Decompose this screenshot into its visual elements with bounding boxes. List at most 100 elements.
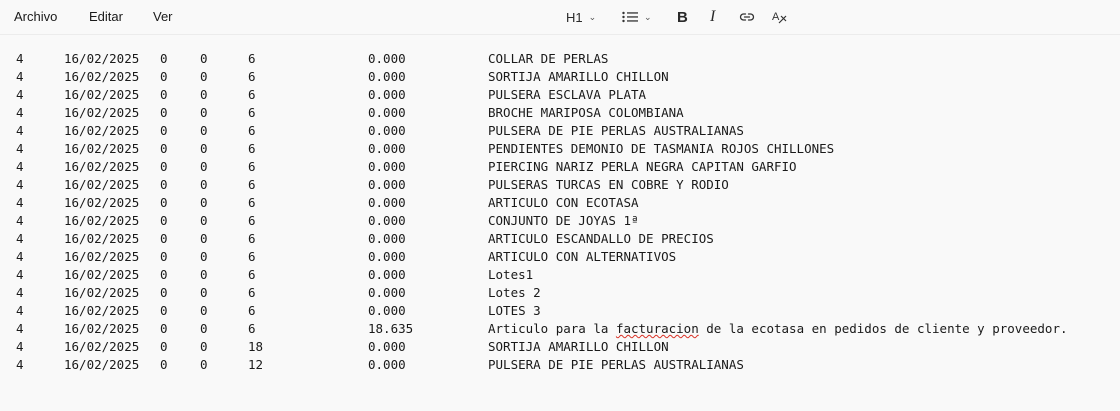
field-b: 0 — [160, 87, 168, 102]
field-d: 6 — [248, 285, 256, 300]
italic-button[interactable]: I — [710, 6, 715, 28]
field-c: 0 — [200, 159, 208, 174]
link-icon — [739, 13, 755, 21]
field-c: 0 — [200, 231, 208, 246]
menu-file[interactable]: Archivo — [14, 9, 57, 24]
field-a: 4 — [16, 195, 24, 210]
field-description: LOTES 3 — [488, 303, 541, 318]
field-b: 0 — [160, 231, 168, 246]
field-amount: 0.000 — [368, 303, 406, 318]
field-date: 16/02/2025 — [64, 123, 140, 138]
field-amount: 0.000 — [368, 141, 406, 156]
field-description: PULSERAS TURCAS EN COBRE Y RODIO — [488, 177, 729, 192]
field-d: 6 — [248, 267, 256, 282]
field-a: 4 — [16, 303, 24, 318]
field-d: 6 — [248, 159, 256, 174]
text-line: 4 16/02/2025 0 0 6 0.000 SORTIJA AMARILLO CHIL… — [0, 68, 1120, 86]
heading-dropdown[interactable]: H1 ⌄ — [566, 6, 596, 28]
text-line: 4 16/02/2025 0 0 6 0.000 PULSERAS TURCAS EN CO… — [0, 176, 1120, 194]
text-line: 4 16/02/2025 0 0 6 18.635 Articulo para la fac… — [0, 320, 1120, 338]
text-line: 4 16/02/2025 0 0 6 0.000 CONJUNTO DE JOYAS 1ª — [0, 212, 1120, 230]
field-a: 4 — [16, 213, 24, 228]
field-date: 16/02/2025 — [64, 249, 140, 264]
field-description: CONJUNTO DE JOYAS 1ª — [488, 213, 639, 228]
field-amount: 0.000 — [368, 249, 406, 264]
field-amount: 0.000 — [368, 285, 406, 300]
field-a: 4 — [16, 285, 24, 300]
field-c: 0 — [200, 357, 208, 372]
field-a: 4 — [16, 177, 24, 192]
field-a: 4 — [16, 159, 24, 174]
field-date: 16/02/2025 — [64, 195, 140, 210]
misspelled-word: facturacion — [615, 321, 699, 336]
text-line: 4 16/02/2025 0 0 18 0.000 SORTIJA AMARILLO CHI… — [0, 338, 1120, 356]
field-date: 16/02/2025 — [64, 321, 140, 336]
field-c: 0 — [200, 303, 208, 318]
field-description: ARTICULO CON ECOTASA — [488, 195, 639, 210]
field-c: 0 — [200, 69, 208, 84]
field-date: 16/02/2025 — [64, 177, 140, 192]
field-amount: 0.000 — [368, 267, 406, 282]
field-amount: 0.000 — [368, 51, 406, 66]
link-button[interactable] — [739, 6, 755, 28]
field-a: 4 — [16, 105, 24, 120]
field-amount: 0.000 — [368, 159, 406, 174]
field-description: Articulo para la facturacion de la ecota… — [488, 320, 1068, 338]
field-b: 0 — [160, 141, 168, 156]
field-c: 0 — [200, 321, 208, 336]
document-body[interactable]: 4 16/02/2025 0 0 6 0.000 COLLAR DE PERLAS 4 16/0… — [0, 35, 1120, 411]
text-line: 4 16/02/2025 0 0 6 0.000 ARTICULO CON ALTERNAT… — [0, 248, 1120, 266]
field-d: 6 — [248, 141, 256, 156]
field-description: SORTIJA AMARILLO CHILLON — [488, 339, 669, 354]
field-c: 0 — [200, 339, 208, 354]
field-d: 6 — [248, 321, 256, 336]
field-c: 0 — [200, 177, 208, 192]
field-description: PULSERA DE PIE PERLAS AUSTRALIANAS — [488, 123, 744, 138]
field-date: 16/02/2025 — [64, 303, 140, 318]
field-d: 6 — [248, 123, 256, 138]
field-description: Lotes 2 — [488, 285, 541, 300]
chevron-down-icon: ⌄ — [644, 11, 652, 22]
field-a: 4 — [16, 141, 24, 156]
field-c: 0 — [200, 249, 208, 264]
text-line: 4 16/02/2025 0 0 6 0.000 PIERCING NARIZ PERLA … — [0, 158, 1120, 176]
field-b: 0 — [160, 321, 168, 336]
field-a: 4 — [16, 69, 24, 84]
text-line: 4 16/02/2025 0 0 6 0.000 Lotes 2 — [0, 284, 1120, 302]
field-c: 0 — [200, 267, 208, 282]
text-line: 4 16/02/2025 0 0 6 0.000 PULSERA DE PIE PERLAS… — [0, 122, 1120, 140]
field-b: 0 — [160, 195, 168, 210]
menu-view[interactable]: Ver — [153, 9, 173, 24]
field-a: 4 — [16, 357, 24, 372]
field-c: 0 — [200, 141, 208, 156]
field-d: 6 — [248, 213, 256, 228]
field-c: 0 — [200, 87, 208, 102]
field-date: 16/02/2025 — [64, 159, 140, 174]
field-d: 6 — [248, 195, 256, 210]
field-c: 0 — [200, 213, 208, 228]
field-d: 6 — [248, 231, 256, 246]
field-date: 16/02/2025 — [64, 339, 140, 354]
field-date: 16/02/2025 — [64, 51, 140, 66]
field-date: 16/02/2025 — [64, 267, 140, 282]
field-b: 0 — [160, 177, 168, 192]
field-a: 4 — [16, 51, 24, 66]
list-icon — [622, 11, 638, 23]
field-b: 0 — [160, 285, 168, 300]
field-amount: 0.000 — [368, 213, 406, 228]
menu-edit[interactable]: Editar — [89, 9, 123, 24]
field-b: 0 — [160, 51, 168, 66]
field-c: 0 — [200, 51, 208, 66]
clear-format-button[interactable]: A — [772, 6, 788, 28]
text-line: 4 16/02/2025 0 0 6 0.000 Lotes1 — [0, 266, 1120, 284]
list-dropdown[interactable]: ⌄ — [622, 6, 652, 28]
field-date: 16/02/2025 — [64, 69, 140, 84]
field-amount: 0.000 — [368, 339, 406, 354]
field-d: 6 — [248, 51, 256, 66]
bold-button[interactable]: B — [677, 6, 688, 28]
field-c: 0 — [200, 123, 208, 138]
field-amount: 0.000 — [368, 177, 406, 192]
field-d: 18 — [248, 339, 264, 354]
text-line: 4 16/02/2025 0 0 6 0.000 PENDIENTES DEMONIO DE… — [0, 140, 1120, 158]
field-b: 0 — [160, 339, 168, 354]
